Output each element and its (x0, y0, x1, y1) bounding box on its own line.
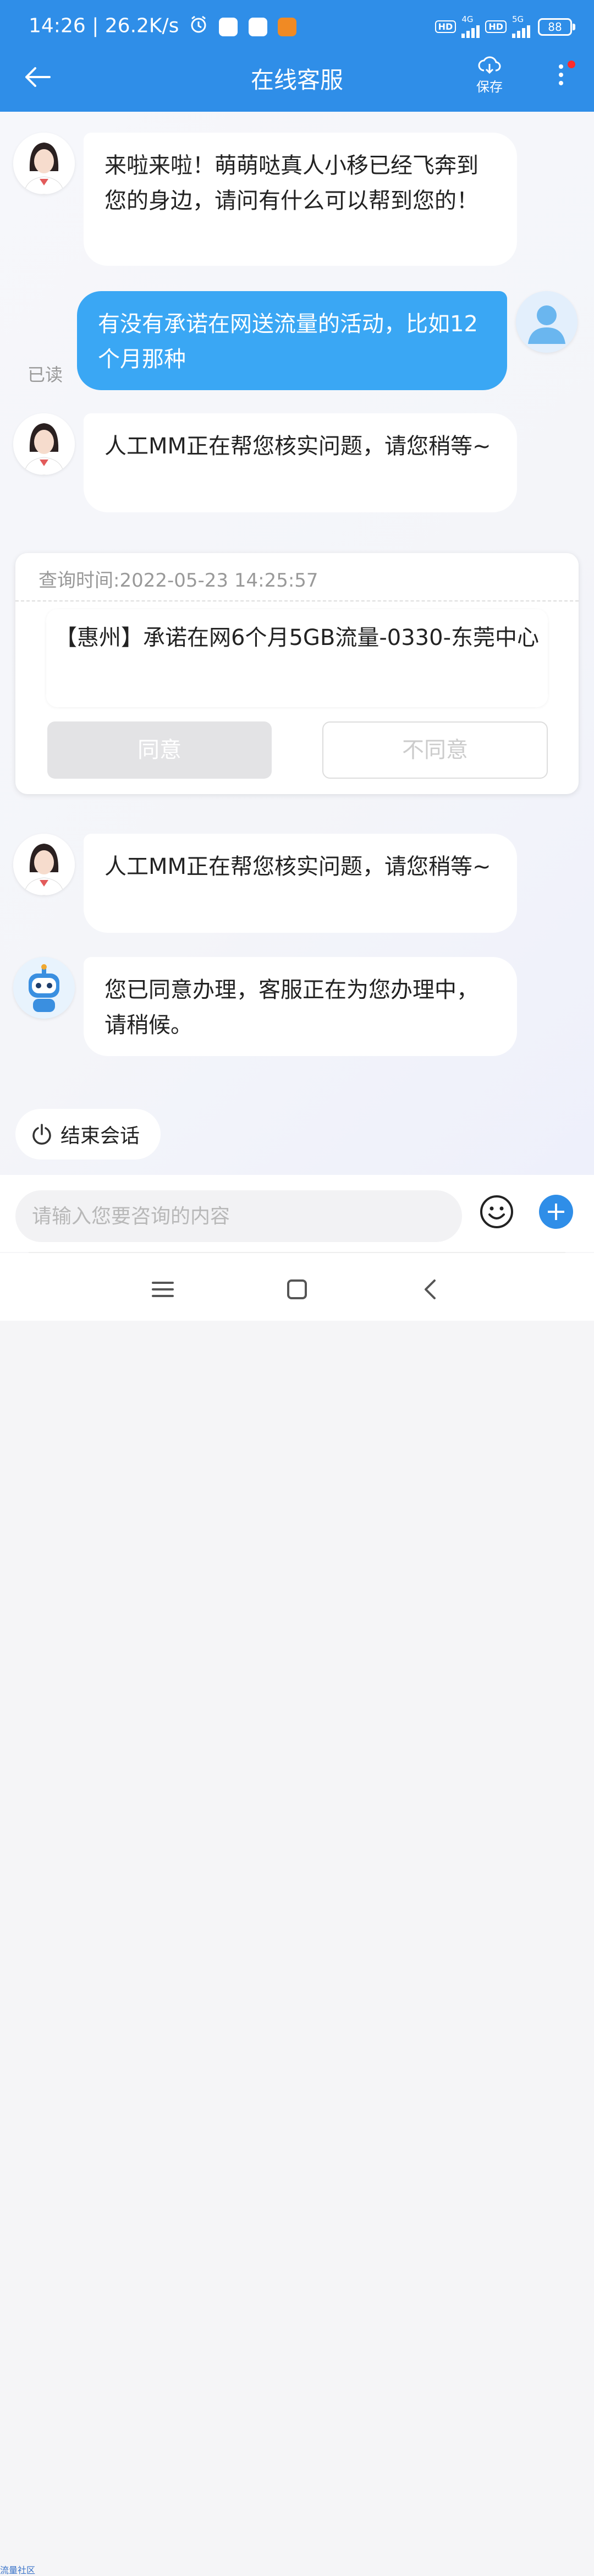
watermark: 流量社区 (0, 2565, 36, 2575)
qq-app-icon (248, 17, 267, 36)
chat-area[interactable]: 来啦来啦！萌萌哒真人小移已经飞奔到您的身边，请问有什么可以帮到您的！ 有没有承诺… (0, 112, 594, 1175)
chat-message: 来啦来啦！萌萌哒真人小移已经飞奔到您的身边，请问有什么可以帮到您的！ (84, 133, 517, 266)
disagree-button[interactable]: 不同意 (322, 721, 548, 779)
user-message: 有没有承诺在网送流量的活动，比如12个月那种 (77, 291, 507, 390)
agent-avatar (13, 834, 75, 895)
chevron-left-icon (425, 1279, 436, 1299)
emoji-button[interactable] (480, 1195, 514, 1229)
add-attachment-button[interactable] (539, 1195, 573, 1229)
nav-menu-button[interactable] (147, 1274, 178, 1305)
system-nav-bar: 流量社区 (0, 1253, 594, 2575)
user-default-icon (516, 291, 578, 353)
network-type-label: 5G (512, 14, 524, 24)
battery-icon: 88 (538, 18, 575, 36)
user-avatar (516, 291, 578, 353)
agent-photo-icon (13, 133, 75, 194)
smiley-icon (480, 1195, 513, 1228)
agent-photo-icon (13, 413, 75, 475)
robot-icon (13, 957, 75, 1019)
chat-message: 人工MM正在帮您核实问题，请您稍等~ (84, 413, 517, 512)
bot-avatar (13, 957, 75, 1019)
agent-avatar (13, 133, 75, 194)
input-bar (0, 1175, 594, 1252)
save-label: 保存 (476, 79, 503, 95)
top-bar: 14:26 | 26.2K/s HD 4G HD 5G 88 在线客服 保存 (0, 0, 594, 112)
power-icon (32, 1124, 51, 1145)
status-bar-left: 14:26 | 26.2K/s (29, 14, 297, 39)
chat-message: 人工MM正在帮您核实问题，请您稍等~ (84, 834, 517, 933)
signal-5g-icon: 5G (512, 15, 530, 38)
signal-4g-icon: 4G (461, 15, 480, 38)
network-type-label: 4G (461, 14, 474, 24)
offer-text: 【惠州】承诺在网6个月5GB流量-0330-东莞中心 (46, 609, 548, 707)
alarm-icon (189, 14, 208, 39)
chat-message: 您已同意办理，客服正在为您办理中，请稍候。 (84, 957, 517, 1056)
status-time-speed: 14:26 | 26.2K/s (29, 14, 179, 37)
nav-back-button[interactable] (416, 1274, 447, 1305)
menu-icon (152, 1282, 174, 1297)
query-time: 查询时间:2022-05-23 14:25:57 (38, 570, 318, 592)
hd-badge: HD (435, 20, 457, 33)
hd-badge: HD (485, 20, 507, 33)
save-button[interactable]: 保存 (473, 55, 506, 95)
message-input[interactable] (15, 1190, 462, 1242)
end-session-button[interactable]: 结束会话 (15, 1109, 161, 1160)
notification-dot (568, 61, 575, 68)
home-square-icon (287, 1279, 307, 1299)
card-divider (15, 600, 579, 601)
agree-button[interactable]: 同意 (47, 721, 272, 779)
read-receipt: 已读 (28, 364, 63, 385)
china-mobile-app-icon (219, 17, 238, 36)
offer-confirmation-card: 查询时间:2022-05-23 14:25:57 【惠州】承诺在网6个月5GB流… (15, 553, 579, 794)
end-session-label: 结束会话 (61, 1125, 140, 1147)
nav-home-button[interactable] (282, 1274, 312, 1305)
cloud-download-icon (478, 56, 501, 74)
status-bar-right: HD 4G HD 5G 88 (435, 15, 575, 38)
agent-photo-icon (13, 834, 75, 895)
uc-browser-app-icon (278, 17, 297, 36)
agent-avatar (13, 413, 75, 475)
